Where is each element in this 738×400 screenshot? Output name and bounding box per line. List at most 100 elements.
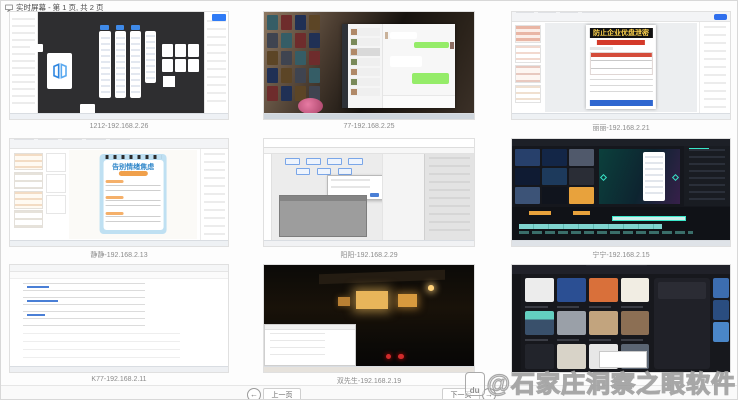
nav-strip [512,274,521,372]
phone-mockup [643,152,666,201]
spiral-binding [105,155,161,158]
flow-box [285,158,300,165]
screen-cell-8[interactable]: 双先生-192.168.2.19 [263,264,475,388]
selection-handle [672,174,679,181]
prev-page-arrow-icon[interactable]: ← [247,388,261,400]
screen-thumbnail-video-editor [511,138,731,247]
screen-label: K77-192.168.2.11 [9,376,229,383]
timeline [512,207,730,239]
design-frame [99,31,110,97]
right-panel [424,154,474,240]
screen-label: 阳阳-192.168.2.29 [263,250,475,260]
blue-brand-logo-icon [52,63,68,79]
pagination-bar: ← 上一页 下一页 → [1,385,737,400]
design-qr-card [163,76,175,87]
chat-bubble-right-green [414,42,449,48]
taskbar [10,240,228,246]
preview-column [713,278,729,369]
app-toolbar [264,139,474,148]
taskbar [264,366,474,372]
screen-thumbnail-document [9,264,229,373]
editor-export-button [714,14,727,20]
shape-strip [264,154,272,240]
screen-cell-3[interactable]: 防止企业优盘泄密 丽丽-192.168.2.21 [511,11,731,135]
flow-box [317,168,332,175]
avatar [385,32,389,39]
screen-cell-7[interactable]: K77-192.168.2.11 [9,264,229,388]
avatar [450,42,454,49]
design-logo-card [47,53,72,89]
tail-light [398,354,403,359]
lit-window [338,297,351,306]
overlay-window [599,351,647,368]
editor-canvas: 防止企业优盘泄密 [545,23,698,112]
browser-toolbar [512,12,730,22]
usb-security-poster: 防止企业优盘泄密 [586,25,656,108]
template-panel [14,153,42,239]
screen-cell-2[interactable]: 77-192.168.2.25 [263,11,475,135]
wechat-contact-list [348,24,382,109]
white-app-window [264,324,356,366]
screen-label: 宁宁-192.168.2.15 [511,250,731,260]
preview-viewport [599,149,680,205]
chat-bubble-left [390,32,418,39]
design-frame [115,31,126,97]
design-right-sidebar [204,12,228,113]
poster-subtitle-pill [118,171,147,176]
template-panel [515,25,541,112]
poster-red-bar [597,40,645,45]
design-left-sidebar [10,12,38,113]
design-card-grid [162,44,199,72]
taskbar [512,240,730,246]
desktop-icons [267,15,320,101]
tail-light [386,354,391,359]
screen-thumbnail-design-tool [9,11,229,120]
screen-thumbnail-wechat-desktop [263,11,475,120]
app-topbar [512,265,730,274]
editor-topbar [512,139,730,146]
table-rows [23,283,145,326]
detail-panel [654,278,711,369]
lit-window [398,294,417,307]
app-toolbar [10,265,228,272]
taskbar [10,366,228,372]
next-page-arrow-icon[interactable]: → [482,388,496,400]
screen-cell-6[interactable]: 宁宁-192.168.2.15 [511,138,731,262]
flow-box [327,158,342,165]
screen-cell-4[interactable]: 告别情绪焦虑 静静-192.168.2.13 [9,138,229,262]
design-frame [130,31,141,97]
flow-box [296,168,311,175]
taskbar [10,113,228,119]
selection-handle [600,174,607,181]
tools-panel [699,22,730,114]
taskbar [512,113,730,119]
browser-toolbar [10,139,228,149]
properties-panel [684,146,730,206]
timeline-clip-selected [612,216,686,220]
chat-bubble-right-green [412,73,450,84]
wechat-window [342,24,455,109]
lit-window [356,291,388,309]
timeline-track [519,231,693,234]
screen-cell-9[interactable] [511,264,731,388]
poster-blue-footer [589,100,652,106]
screen-label: 1212-192.168.2.26 [9,123,229,130]
pink-object [298,98,323,114]
next-page-button[interactable]: 下一页 [442,388,480,400]
design-share-button [212,14,226,21]
flow-box [338,168,353,175]
tools-panel [200,149,228,241]
poster-text-box [589,52,652,75]
screen-cell-1[interactable]: 1212-192.168.2.26 [9,11,229,135]
flow-box [306,158,321,165]
prev-page-button[interactable]: 上一页 [263,388,301,400]
screen-cell-5[interactable]: 阳阳-192.168.2.29 [263,138,475,262]
screen-label: 静静-192.168.2.13 [9,250,229,260]
editor-canvas: 告别情绪焦虑 [69,150,198,239]
wechat-nav-strip [342,24,349,109]
design-frame [145,31,156,82]
flow-box [348,158,363,165]
street-lamp [428,285,434,290]
screen-thumbnail-diagram-app [263,138,475,247]
screen-label: 77-192.168.2.25 [263,123,475,130]
